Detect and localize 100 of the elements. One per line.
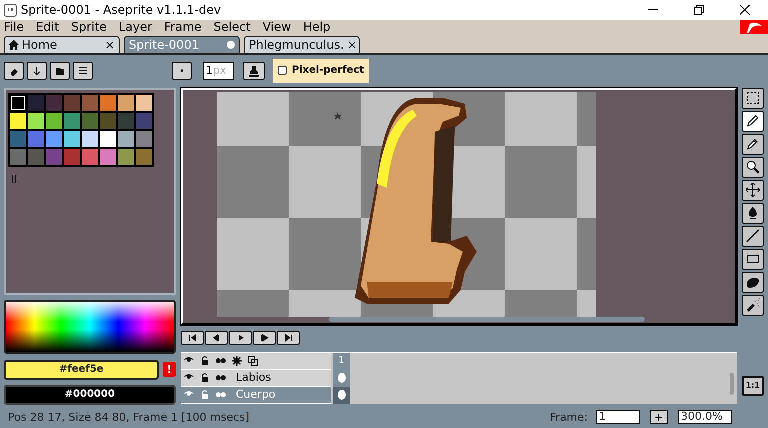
palette-swatch[interactable] — [63, 148, 81, 166]
tab-close-button[interactable]: × — [104, 38, 115, 52]
menu-button[interactable] — [73, 62, 93, 80]
palette-swatch[interactable] — [9, 94, 27, 112]
play-icon — [236, 334, 244, 342]
lock-icon[interactable] — [200, 372, 210, 383]
palette-swatch[interactable] — [45, 94, 63, 112]
frame-field[interactable]: 1 — [596, 410, 640, 424]
palette-swatch[interactable] — [135, 94, 153, 112]
menu-item[interactable]: Sprite — [71, 20, 107, 34]
cel-icon[interactable] — [338, 373, 346, 384]
gear-icon[interactable] — [232, 356, 242, 366]
move-tool[interactable] — [742, 180, 764, 201]
last-frame-button[interactable] — [277, 330, 300, 345]
frames-icon[interactable] — [248, 356, 258, 366]
palette-swatch[interactable] — [99, 130, 117, 148]
palette-swatch[interactable] — [135, 112, 153, 130]
horizontal-scrollbar[interactable] — [329, 316, 645, 322]
onion-skin-icon[interactable] — [216, 372, 226, 383]
palette-swatch[interactable] — [27, 130, 45, 148]
palette-swatch[interactable] — [99, 148, 117, 166]
ink-button[interactable] — [243, 62, 265, 80]
palette-swatch[interactable] — [117, 94, 135, 112]
pencil-tool[interactable] — [742, 110, 764, 132]
palette-swatch[interactable] — [117, 112, 135, 130]
palette-swatch[interactable] — [99, 94, 117, 112]
palette-swatch[interactable] — [27, 148, 45, 166]
spray-tool[interactable] — [742, 294, 764, 316]
menu-item[interactable]: File — [4, 20, 24, 34]
contour-icon — [746, 275, 760, 290]
move-icon — [746, 183, 760, 198]
add-frame-button[interactable]: + — [650, 410, 668, 424]
next-frame-icon — [260, 334, 268, 342]
palette-swatch[interactable] — [63, 94, 81, 112]
palette-swatch[interactable] — [9, 148, 27, 166]
zoom-field[interactable]: 300.0% — [678, 410, 732, 424]
palette-swatch[interactable] — [27, 94, 45, 112]
zoom-reset-button[interactable]: 1:1 — [742, 376, 764, 396]
palette-swatch[interactable] — [117, 130, 135, 148]
palette-swatch[interactable] — [99, 112, 117, 130]
palette-swatch[interactable] — [63, 112, 81, 130]
contour-tool[interactable] — [742, 272, 764, 293]
warning-button[interactable]: ! — [163, 362, 176, 378]
brush-size-field[interactable]: 1px — [203, 62, 234, 80]
palette-swatch[interactable] — [81, 94, 99, 112]
spray-icon — [746, 298, 760, 312]
palette-swatch[interactable] — [135, 148, 153, 166]
palette-swatch[interactable] — [45, 112, 63, 130]
down-arrow-button[interactable] — [27, 62, 47, 80]
eraser-button[interactable] — [4, 62, 24, 80]
foreground-color[interactable]: #feef5e — [4, 360, 159, 380]
menu-item[interactable]: Edit — [36, 20, 60, 34]
line-tool[interactable] — [742, 226, 764, 247]
menu-item[interactable]: View — [262, 20, 292, 34]
zoom-tool[interactable] — [742, 156, 764, 178]
flag-button[interactable] — [740, 20, 768, 34]
previous-frame-button[interactable] — [205, 330, 228, 345]
menu-item[interactable]: Select — [214, 20, 251, 34]
cel-icon[interactable] — [338, 390, 346, 400]
fill-tool[interactable] — [742, 202, 764, 224]
previous-frame-icon — [212, 334, 220, 342]
menu-item[interactable]: Frame — [164, 20, 202, 34]
rectangle-tool[interactable] — [742, 248, 764, 270]
next-frame-button[interactable] — [253, 330, 276, 345]
fill-icon — [746, 206, 760, 220]
palette-swatch[interactable] — [81, 112, 99, 130]
palette-swatch[interactable] — [45, 130, 63, 148]
marquee-tool[interactable] — [742, 88, 764, 109]
onion-skin-icon[interactable] — [216, 356, 226, 366]
modified-dot-icon — [227, 40, 235, 49]
first-frame-button[interactable] — [181, 330, 204, 345]
palette-swatch[interactable] — [63, 130, 81, 148]
palette-swatch[interactable] — [117, 148, 135, 166]
layer-name: Cuerpo — [236, 388, 276, 402]
color-spectrum[interactable] — [4, 300, 176, 354]
palette-swatch[interactable] — [81, 130, 99, 148]
lock-icon[interactable] — [200, 356, 210, 366]
resize-grip-icon — [12, 174, 17, 183]
vertical-scrollbar[interactable] — [730, 372, 734, 395]
close-icon — [740, 5, 750, 15]
menu-item[interactable]: Layer — [118, 20, 152, 34]
tab-close-button[interactable]: × — [347, 38, 358, 52]
palette-swatch[interactable] — [9, 112, 27, 130]
brush-type-button[interactable]: · — [172, 62, 192, 80]
layer-row[interactable]: Labios — [181, 370, 331, 387]
palette-swatch[interactable] — [27, 112, 45, 130]
folder-button[interactable] — [50, 62, 70, 80]
palette-swatch[interactable] — [9, 130, 27, 148]
canvas-area[interactable] — [181, 88, 737, 325]
background-color[interactable]: #000000 — [4, 384, 176, 405]
document-tab[interactable]: Phlegmunculus. × — [244, 36, 360, 53]
palette-swatch[interactable] — [81, 148, 99, 166]
eyedropper-tool[interactable] — [742, 134, 764, 155]
palette-swatch[interactable] — [45, 148, 63, 166]
document-tab[interactable]: Home × — [4, 36, 120, 53]
pixel-perfect-checkbox[interactable] — [278, 66, 287, 76]
layer-name: Labios — [236, 371, 272, 384]
play-button[interactable] — [229, 330, 252, 345]
palette-swatch[interactable] — [135, 130, 153, 148]
menu-item[interactable]: Help — [303, 20, 331, 34]
